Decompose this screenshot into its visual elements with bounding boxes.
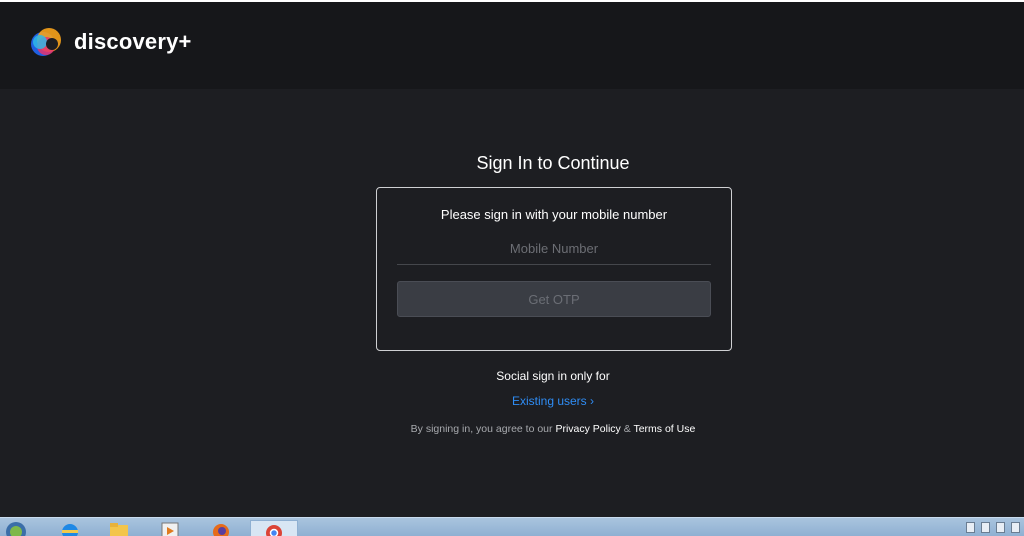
tray-icon[interactable] [1011, 522, 1020, 533]
internet-explorer-icon[interactable] [58, 520, 82, 536]
chevron-right-icon: › [590, 394, 595, 408]
signin-page: discovery+ Sign In to Continue Please si… [0, 0, 1024, 536]
terms-agreement: By signing in, you agree to our Privacy … [0, 423, 1024, 435]
page-title: Sign In to Continue [476, 153, 630, 173]
discovery-plus-logo-icon [30, 25, 68, 59]
social-signin-text: Social sign in only for [496, 369, 610, 383]
tray-icon[interactable] [996, 522, 1005, 533]
system-tray [966, 522, 1020, 533]
media-player-icon[interactable] [158, 520, 182, 536]
mobile-number-input[interactable] [397, 232, 711, 265]
terms-of-use-link[interactable]: Terms of Use [633, 423, 695, 435]
file-explorer-icon[interactable] [107, 520, 131, 536]
brand-logo[interactable]: discovery+ [30, 25, 192, 59]
firefox-icon[interactable] [209, 520, 233, 536]
get-otp-button[interactable]: Get OTP [397, 281, 711, 317]
header: discovery+ [0, 2, 1024, 89]
existing-users-label: Existing users [511, 394, 587, 408]
taskbar [0, 517, 1024, 536]
existing-users-link[interactable]: Existing users › [512, 394, 594, 408]
card-heading: Please sign in with your mobile number [440, 207, 668, 222]
windows-start-icon[interactable] [4, 520, 28, 536]
tray-icon[interactable] [981, 522, 990, 533]
privacy-policy-link[interactable]: Privacy Policy [555, 423, 620, 435]
signin-card: Please sign in with your mobile number G… [376, 187, 732, 351]
brand-name: discovery+ [74, 29, 192, 54]
existing-users-row: Existing users › [0, 394, 1024, 408]
chrome-icon[interactable] [250, 520, 298, 536]
agree-prefix: By signing in, you agree to our [410, 423, 553, 435]
tray-icon[interactable] [966, 522, 975, 533]
ampersand: & [623, 423, 631, 435]
